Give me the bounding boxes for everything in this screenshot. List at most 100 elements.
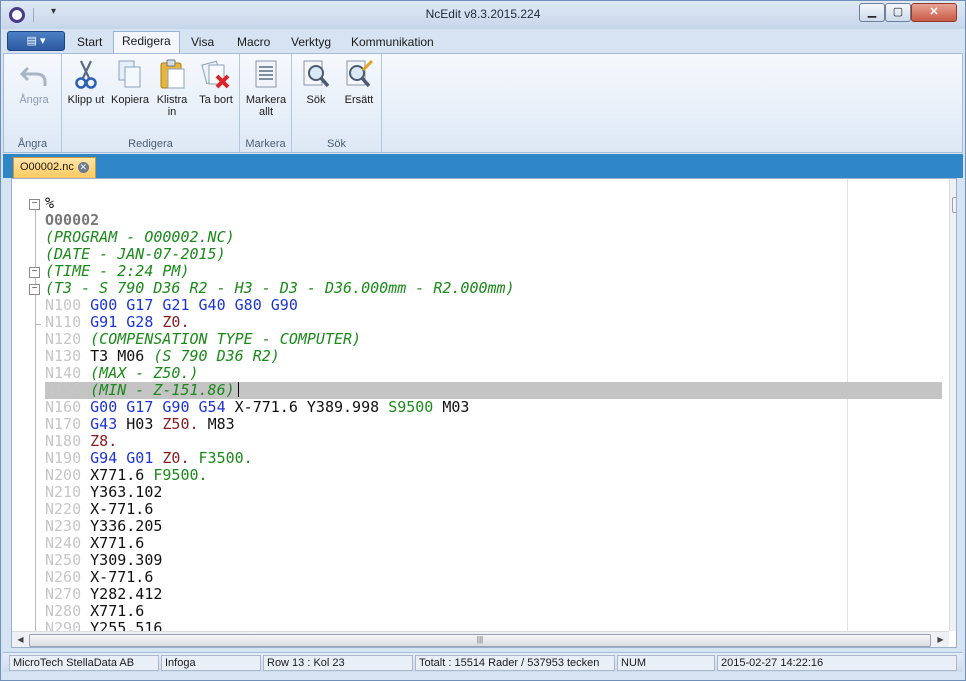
code-token: X-771.6	[90, 568, 154, 586]
code-line[interactable]: (PROGRAM - O00002.NC)	[45, 229, 942, 246]
text-caret	[237, 382, 239, 397]
line-number: N140	[45, 364, 91, 382]
code-token: (MIN - Z-151.86)	[90, 381, 235, 399]
fold-toggle-icon[interactable]: −	[29, 267, 40, 278]
status-datetime: 2015-02-27 14:22:16	[717, 655, 957, 671]
app-window: ▾ NcEdit v8.3.2015.224 ▁ ▢ ✕ ▤ ▾ Start R…	[0, 0, 966, 681]
current-code-line[interactable]: N150 (MIN - Z-151.86)	[45, 382, 942, 399]
code-line[interactable]: N180 Z8.	[45, 433, 942, 450]
code-line[interactable]: N110 G91 G28 Z0.	[45, 314, 942, 331]
code-line[interactable]: N250 Y309.309	[45, 552, 942, 569]
line-number: N160	[45, 398, 91, 416]
line-number: N250	[45, 551, 91, 569]
maximize-button[interactable]: ▢	[885, 3, 911, 22]
delete-icon	[201, 60, 230, 89]
horizontal-scrollbar[interactable]: ◀ ||| ▶	[12, 631, 949, 647]
tab-macro[interactable]: Macro	[229, 33, 278, 53]
code-line[interactable]: N190 G94 G01 Z0. F3500.	[45, 450, 942, 467]
paste-icon	[160, 59, 185, 89]
cut-button[interactable]: Klipp ut	[64, 56, 108, 106]
code-line[interactable]: (TIME - 2:24 PM)	[45, 263, 942, 280]
select-all-button[interactable]: Markera allt	[244, 56, 288, 118]
code-line[interactable]: (T3 - S 790 D36 R2 - H3 - D3 - D36.000mm…	[45, 280, 942, 297]
code-line[interactable]: N160 G00 G17 G90 G54 X-771.6 Y389.998 S9…	[45, 399, 942, 416]
close-tab-icon[interactable]: ✕	[77, 161, 89, 173]
copy-label: Kopiera	[111, 94, 149, 106]
code-line[interactable]: N270 Y282.412	[45, 586, 942, 603]
code-token: G43	[90, 415, 127, 433]
code-editor[interactable]: − − − % O00002 (PROGRAM - O00002.NC) (DATE …	[11, 178, 957, 648]
scroll-right-arrow-icon[interactable]: ▶	[932, 635, 949, 644]
tab-kommunikation[interactable]: Kommunikation	[343, 33, 442, 53]
code-line[interactable]: N140 (MAX - Z50.)	[45, 365, 942, 382]
code-line[interactable]: (DATE - JAN-07-2015)	[45, 246, 942, 263]
code-line[interactable]: %	[45, 195, 942, 212]
code-token: G94 G01	[90, 449, 163, 467]
code-line[interactable]: N280 X771.6	[45, 603, 942, 620]
scroll-down-arrow-icon[interactable]: ▼	[950, 617, 956, 626]
tab-redigera[interactable]: Redigera	[113, 31, 180, 54]
code-token: X771.6	[90, 602, 145, 620]
select-all-icon	[255, 60, 277, 88]
code-line[interactable]: N260 X-771.6	[45, 569, 942, 586]
code-token: (T3 - S 790 D36 R2 - H3 - D3 - D36.000mm…	[45, 279, 515, 297]
fold-guide	[35, 199, 36, 639]
line-number: N110	[45, 313, 91, 331]
code-line[interactable]: N210 Y363.102	[45, 484, 942, 501]
minimize-button[interactable]: ▁	[859, 3, 885, 22]
search-icon	[303, 60, 330, 88]
code-token: Z0.	[162, 449, 199, 467]
code-line[interactable]: N170 G43 H03 Z50. M83	[45, 416, 942, 433]
code-line[interactable]: N200 X771.6 F9500.	[45, 467, 942, 484]
search-button[interactable]: Sök	[296, 56, 336, 106]
code-token: Y363.102	[90, 483, 163, 501]
code-token: Y336.205	[90, 517, 163, 535]
close-button[interactable]: ✕	[911, 3, 957, 22]
delete-label: Ta bort	[199, 94, 233, 106]
tab-verktyg[interactable]: Verktyg	[283, 33, 339, 53]
vertical-scroll-thumb[interactable]	[952, 197, 956, 213]
undo-label: Ångra	[19, 94, 49, 106]
code-line[interactable]: O00002	[45, 212, 942, 229]
group-label-search: Sök	[327, 138, 346, 150]
fold-toggle-icon[interactable]: −	[29, 199, 40, 210]
scissors-icon	[75, 60, 97, 89]
code-token: Y309.309	[90, 551, 163, 569]
horizontal-scroll-thumb[interactable]: |||	[29, 634, 931, 647]
fold-toggle-icon[interactable]: −	[29, 284, 40, 295]
status-totals: Totalt : 15514 Rader / 537953 tecken	[415, 655, 615, 671]
app-menu-button[interactable]: ▤ ▾	[7, 31, 65, 51]
scroll-up-arrow-icon[interactable]: ▲	[950, 181, 956, 190]
ribbon: Ångra Ångra Klipp ut Kopiera Klistra in …	[3, 53, 963, 153]
document-tab-strip: O00002.nc ✕	[3, 154, 963, 178]
document-tab-label: O00002.nc	[20, 161, 74, 173]
delete-button[interactable]: Ta bort	[194, 56, 238, 106]
vertical-scrollbar[interactable]: ▲ ▼	[949, 179, 956, 631]
replace-button[interactable]: Ersätt	[338, 56, 380, 106]
paste-label: Klistra in	[156, 94, 188, 118]
paste-button[interactable]: Klistra in	[152, 56, 192, 118]
code-token: Z50.	[162, 415, 208, 433]
code-line[interactable]: N120 (COMPENSATION TYPE - COMPUTER)	[45, 331, 942, 348]
code-token: F3500.	[198, 449, 253, 467]
code-line[interactable]: N100 G00 G17 G21 G40 G80 G90	[45, 297, 942, 314]
tab-start[interactable]: Start	[69, 33, 110, 53]
scroll-left-arrow-icon[interactable]: ◀	[12, 635, 29, 644]
code-line[interactable]: N220 X-771.6	[45, 501, 942, 518]
code-token: Y282.412	[90, 585, 163, 603]
code-lines[interactable]: % O00002 (PROGRAM - O00002.NC) (DATE - JAN-…	[45, 195, 942, 637]
replace-icon	[346, 59, 374, 88]
line-number: N210	[45, 483, 91, 501]
code-token: F9500.	[153, 466, 208, 484]
tab-visa[interactable]: Visa	[183, 33, 222, 53]
code-line[interactable]: N130 T3 M06 (S 790 D36 R2)	[45, 348, 942, 365]
undo-button[interactable]: Ångra	[12, 56, 56, 106]
code-line[interactable]: N240 X771.6	[45, 535, 942, 552]
line-number: N220	[45, 500, 91, 518]
status-bar: MicroTech StellaData AB Infoga Row 13 : …	[3, 652, 963, 672]
status-mode: Infoga	[161, 655, 261, 671]
code-token: T3 M06	[90, 347, 154, 365]
copy-button[interactable]: Kopiera	[108, 56, 152, 106]
code-line[interactable]: N230 Y336.205	[45, 518, 942, 535]
document-tab[interactable]: O00002.nc ✕	[13, 157, 96, 178]
